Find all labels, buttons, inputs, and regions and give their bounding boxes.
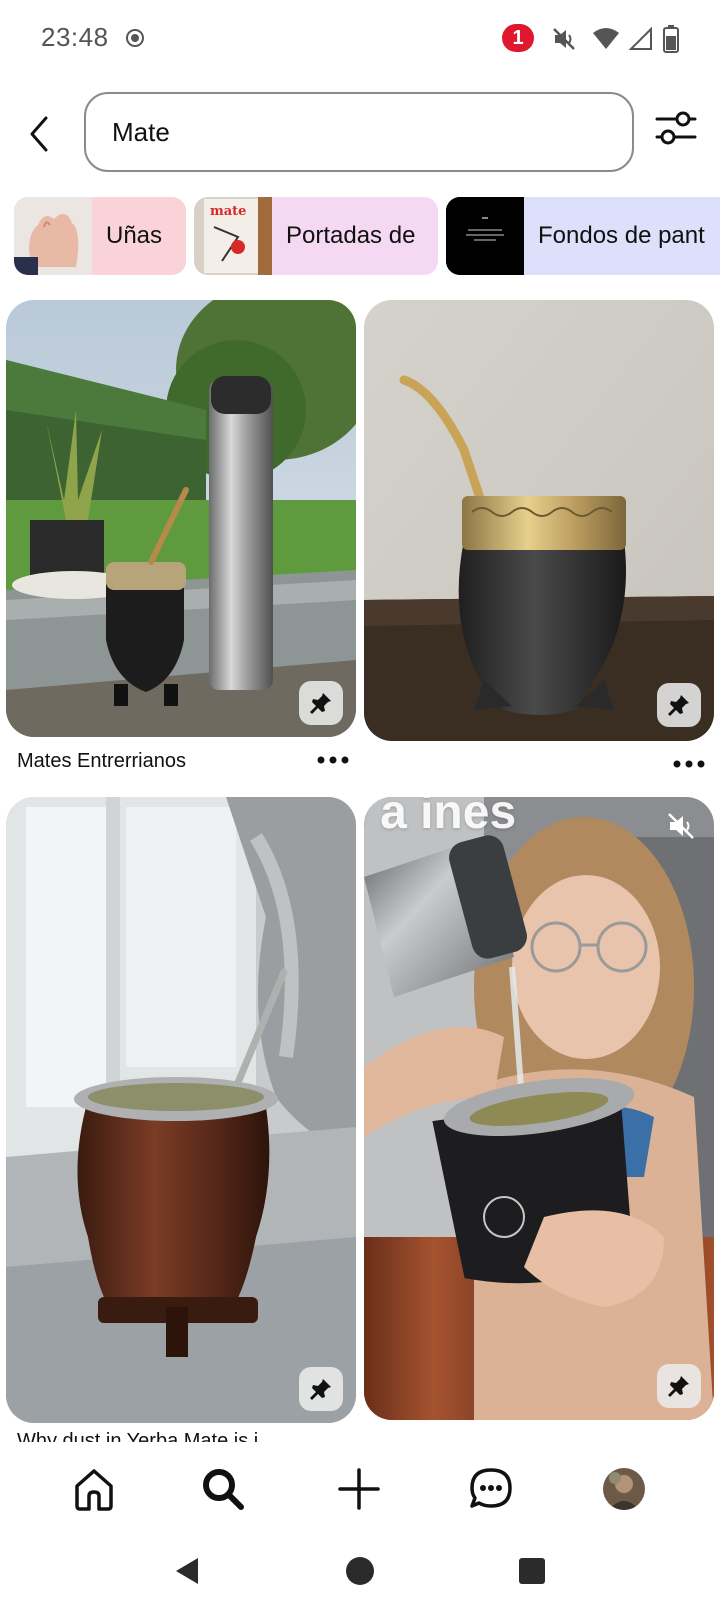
pin-image: [364, 300, 714, 741]
save-pin-button[interactable]: [657, 1364, 701, 1408]
more-options-button[interactable]: [672, 759, 706, 769]
notebook-cover-image: mate: [194, 197, 272, 275]
chip-unas[interactable]: Uñas: [14, 197, 186, 275]
muted-video-icon[interactable]: [666, 811, 696, 841]
video-pin-card[interactable]: De un mate a ines: [364, 797, 714, 1420]
search-input[interactable]: Mate: [84, 92, 634, 172]
mute-icon: [553, 28, 575, 50]
back-button[interactable]: [20, 112, 60, 156]
save-pin-button[interactable]: [299, 1367, 343, 1411]
plus-icon[interactable]: [334, 1464, 384, 1514]
system-back-button[interactable]: [172, 1556, 202, 1586]
pin-title: Mates Entrerrianos: [17, 750, 186, 772]
chat-icon[interactable]: [466, 1464, 516, 1514]
pinterest-search-screen: 23:48 1 Mate Uñas mate Portadas de Fondo…: [0, 0, 720, 1612]
screen-record-icon: [126, 29, 144, 47]
pin-video-frame: [364, 797, 714, 1420]
hand-image: [14, 197, 92, 275]
pushpin-icon: [668, 695, 689, 716]
more-options-button[interactable]: [316, 755, 350, 765]
save-pin-button[interactable]: [657, 683, 701, 727]
battery-icon: [663, 25, 679, 53]
home-icon[interactable]: [69, 1464, 119, 1514]
bottom-navigation: [0, 1442, 720, 1542]
notification-badge: 1: [502, 24, 534, 52]
pin-card[interactable]: [6, 797, 356, 1423]
wifi-icon: [593, 28, 619, 49]
pushpin-icon: [668, 1376, 689, 1397]
avatar[interactable]: [603, 1468, 645, 1510]
pushpin-icon: [310, 1379, 331, 1400]
notebook-title: mate: [210, 204, 246, 219]
video-overlay-text: De un mate a ines: [364, 797, 517, 839]
profile-image: [603, 1468, 645, 1510]
system-home-button[interactable]: [345, 1556, 375, 1586]
search-query: Mate: [112, 116, 170, 147]
save-pin-button[interactable]: [299, 681, 343, 725]
pin-card[interactable]: [6, 300, 356, 737]
chip-label: Fondos de pant: [538, 222, 705, 249]
status-bar: 23:48 1: [0, 0, 720, 80]
chip-thumbnail: mate: [194, 197, 272, 275]
filter-button[interactable]: [654, 106, 698, 150]
pin-image: [6, 300, 356, 737]
status-time: 23:48: [41, 22, 109, 52]
chip-fondos[interactable]: Fondos de pant: [446, 197, 720, 275]
chip-thumbnail: [14, 197, 92, 275]
pin-card[interactable]: [364, 300, 714, 741]
chip-label: Uñas: [106, 222, 163, 249]
chip-label: Portadas de: [286, 222, 416, 249]
pushpin-icon: [310, 693, 331, 714]
signal-icon: [629, 27, 652, 50]
chip-thumbnail: [446, 197, 524, 275]
system-navigation-bar: [0, 1542, 720, 1612]
chip-portadas[interactable]: mate Portadas de: [194, 197, 438, 275]
search-icon[interactable]: [198, 1464, 248, 1514]
pin-image: [6, 797, 356, 1423]
system-recents-button[interactable]: [518, 1557, 546, 1585]
wallpaper-image: [446, 197, 524, 275]
